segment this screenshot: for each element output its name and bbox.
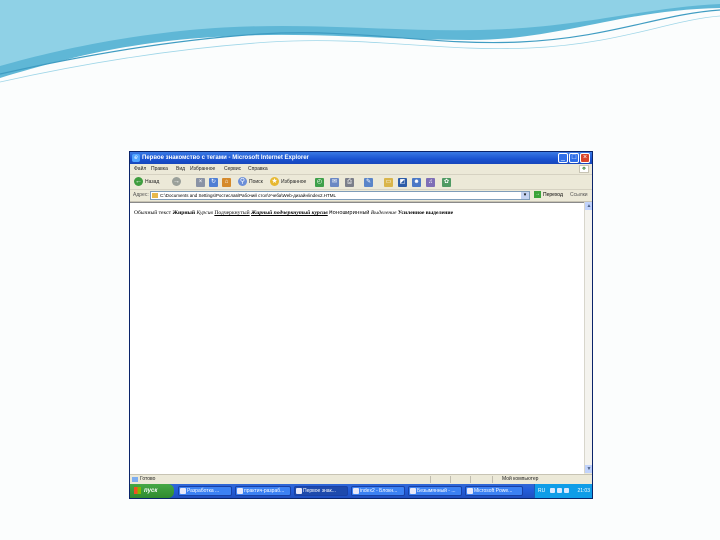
research-icon[interactable]: ◩ — [398, 178, 407, 187]
stop-icon[interactable]: × — [196, 178, 205, 187]
toolbar: ← Назад → × ↻ ⌂ ⚲ Поиск ★ Избранное ◴ ✉ ⎙ ✎… — [130, 175, 592, 190]
paint-icon — [410, 488, 416, 494]
antivirus-icon[interactable] — [564, 488, 569, 493]
scroll-down-arrow-icon[interactable]: ▼ — [585, 465, 592, 473]
text-bold: Жирный — [172, 210, 196, 216]
back-label: Назад — [145, 179, 160, 185]
network-icon[interactable] — [550, 488, 555, 493]
taskbar-item-label: Безымянный - ... — [417, 488, 456, 494]
text-bold-underlined-italic: Жирный подчеркнутый курсив — [251, 210, 328, 216]
title-bar[interactable]: e Первое знакомство с тегами - Microsoft… — [130, 152, 592, 164]
status-divider — [492, 476, 493, 483]
system-tray: RU 21:03 — [534, 484, 592, 498]
tools-icon[interactable]: ✿ — [442, 178, 451, 187]
chevron-down-icon[interactable]: ▾ — [521, 192, 529, 199]
taskbar-item[interactable]: Разработка ... — [178, 486, 232, 496]
history-icon[interactable]: ◴ — [315, 178, 324, 187]
clock: 21:03 — [577, 488, 590, 494]
search-label: Поиск — [249, 179, 263, 185]
search-button[interactable]: ⚲ Поиск — [238, 177, 263, 187]
page-text-line: Обычный текст Жирный Курсив Подчеркнутый… — [134, 209, 453, 216]
windows-flag-icon — [134, 486, 141, 494]
edit-icon[interactable]: ✎ — [364, 178, 373, 187]
taskbar-item-active[interactable]: Первое знак... — [294, 486, 348, 496]
forward-button[interactable]: → — [172, 177, 183, 187]
address-bar: Адрес: C:\Documents and Settings\Ростисл… — [130, 190, 592, 202]
status-bar: Готово Мой компьютер — [130, 474, 592, 484]
menu-help[interactable]: Справка — [248, 164, 268, 174]
forward-arrow-icon: → — [172, 177, 181, 187]
star-icon: ★ — [270, 177, 279, 187]
vertical-scrollbar[interactable]: ▲ ▼ — [584, 202, 592, 473]
favorites-label: Избранное — [281, 179, 307, 185]
taskbar-item[interactable]: Microsoft Powe... — [465, 486, 523, 496]
back-button[interactable]: ← Назад — [134, 177, 159, 187]
taskbar-item[interactable]: Безымянный - ... — [408, 486, 462, 496]
text-emphasis: Выделение — [370, 210, 397, 216]
html-file-icon — [152, 193, 158, 198]
window-title: Первое знакомство с тегами - Microsoft I… — [142, 155, 309, 161]
notepad-icon — [353, 488, 359, 494]
taskbar-item[interactable]: index2 - Блокн... — [351, 486, 405, 496]
address-label: Адрес: — [133, 192, 149, 198]
folder-icon[interactable]: ▭ — [384, 178, 393, 187]
messenger-icon[interactable]: ☻ — [412, 178, 421, 187]
menu-favorites[interactable]: Избранное — [190, 164, 215, 174]
text-monospace: Моноширинный — [329, 209, 370, 216]
taskbar-item-label: index2 - Блокн... — [360, 488, 398, 494]
page-status-icon — [132, 477, 138, 482]
go-arrow-icon: → — [534, 191, 541, 199]
minimize-button[interactable]: _ — [558, 153, 568, 163]
text-italic: Курсив — [196, 210, 213, 216]
maximize-button[interactable]: □ — [569, 153, 579, 163]
menu-tools[interactable]: Сервис — [224, 164, 241, 174]
scroll-up-arrow-icon[interactable]: ▲ — [585, 202, 592, 210]
back-arrow-icon: ← — [134, 177, 143, 187]
mail-icon[interactable]: ✉ — [330, 178, 339, 187]
language-indicator[interactable]: RU — [538, 484, 545, 498]
text-underlined: Подчеркнутый — [214, 210, 250, 216]
search-icon: ⚲ — [238, 177, 247, 187]
text-strong: Усиленное выделение — [397, 210, 454, 216]
taskbar-item-label: Разработка ... — [187, 488, 220, 494]
ie-app-icon — [296, 488, 302, 494]
go-button[interactable]: → Переход — [534, 191, 563, 200]
windows-logo-icon: ❖ — [579, 165, 589, 173]
menu-edit[interactable]: Правка — [151, 164, 168, 174]
ie-app-icon: e — [132, 154, 140, 162]
go-label: Переход — [543, 192, 563, 198]
refresh-icon[interactable]: ↻ — [209, 178, 218, 187]
links-button[interactable]: Ссылки — [570, 190, 588, 201]
text-normal: Обычный текст — [134, 210, 172, 216]
ie-window: e Первое знакомство с тегами - Microsoft… — [129, 151, 593, 499]
taskbar: пуск Разработка ... практич-разраб... Пе… — [130, 484, 592, 498]
start-button[interactable]: пуск — [130, 484, 174, 498]
home-icon[interactable]: ⌂ — [222, 178, 231, 187]
powerpoint-icon — [467, 488, 473, 494]
close-button[interactable]: × — [580, 153, 590, 163]
address-input[interactable]: C:\Documents and Settings\Ростислав\Рабо… — [150, 191, 530, 200]
status-divider — [470, 476, 471, 483]
menu-file[interactable]: Файл — [134, 164, 146, 174]
status-divider — [430, 476, 431, 483]
page-content: Обычный текст Жирный Курсив Подчеркнутый… — [130, 202, 584, 474]
taskbar-item-label: практич-разраб... — [244, 488, 285, 494]
taskbar-item-label: Первое знак... — [303, 488, 336, 494]
taskbar-item[interactable]: практич-разраб... — [235, 486, 291, 496]
app-icon — [237, 488, 243, 494]
print-icon[interactable]: ⎙ — [345, 178, 354, 187]
favorites-button[interactable]: ★ Избранное — [270, 177, 306, 187]
media-icon[interactable]: ♫ — [426, 178, 435, 187]
start-label: пуск — [144, 488, 158, 494]
menu-view[interactable]: Вид — [176, 164, 185, 174]
slide-wave-decoration — [0, 0, 720, 83]
status-zone: Мой компьютер — [502, 476, 539, 482]
app-icon — [180, 488, 186, 494]
status-text: Готово — [140, 476, 156, 482]
menu-bar: Файл Правка Вид Избранное Сервис Справка… — [130, 164, 592, 175]
taskbar-item-label: Microsoft Powe... — [474, 488, 513, 494]
volume-icon[interactable] — [557, 488, 562, 493]
address-value: C:\Documents and Settings\Ростислав\Рабо… — [160, 193, 336, 198]
status-divider — [450, 476, 451, 483]
